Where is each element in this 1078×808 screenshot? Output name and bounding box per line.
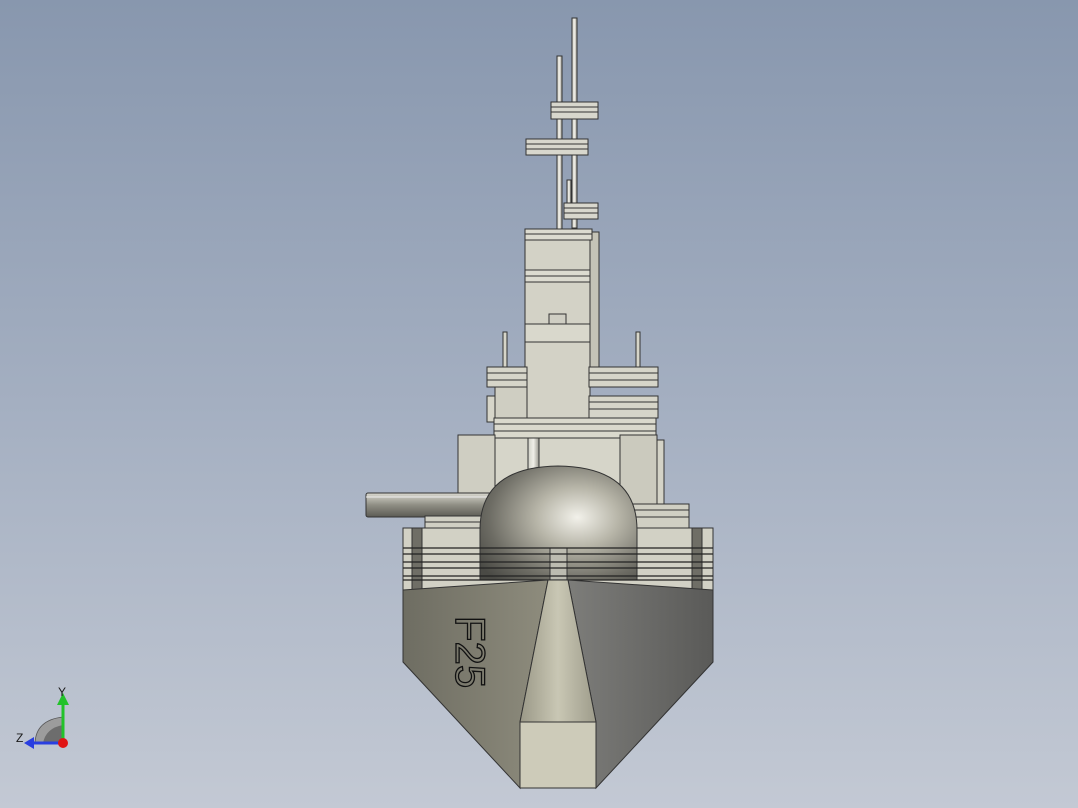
orientation-triad[interactable]: Y Z bbox=[10, 685, 80, 755]
x-axis-icon bbox=[58, 738, 68, 748]
y-axis-label: Y bbox=[58, 685, 67, 699]
z-axis-label: Z bbox=[16, 731, 24, 745]
superstructure-tower bbox=[524, 228, 600, 425]
ship-model-front-view[interactable]: F25 bbox=[0, 0, 1078, 808]
hull-number: F25 bbox=[446, 615, 494, 689]
hull-number-text: F25 bbox=[447, 616, 494, 688]
main-turret bbox=[479, 465, 638, 581]
masts bbox=[556, 17, 578, 232]
cad-3d-viewport[interactable]: F25 Y Z bbox=[0, 0, 1078, 808]
